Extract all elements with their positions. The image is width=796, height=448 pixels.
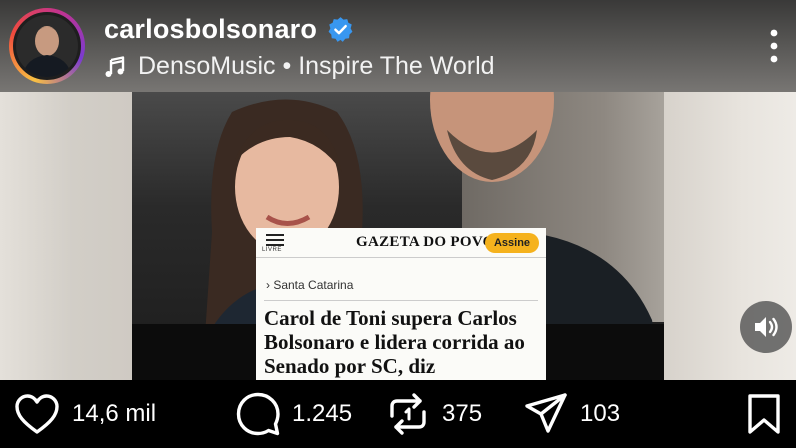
shares-count: 103 [580, 400, 621, 427]
username-row: carlosbolsonaro [104, 14, 354, 45]
reposts-count: 375 [442, 400, 483, 427]
likes-count: 14,6 mil [72, 400, 157, 427]
article-subscribe-button: Assine [485, 233, 539, 253]
story-ring[interactable] [9, 8, 85, 84]
embedded-article: LIVRE GAZETA DO POVO Assine › Santa Cata… [256, 228, 546, 380]
music-note-icon [105, 55, 125, 77]
article-brand: GAZETA DO POVO [356, 234, 495, 250]
post-header: carlosbolsonaro DensoMusic • Inspire The… [0, 0, 796, 92]
paper-texture-left [0, 92, 132, 380]
avatar[interactable] [13, 12, 81, 80]
avatar-image [16, 15, 78, 77]
sound-toggle-button[interactable] [740, 301, 792, 353]
comments-count: 1.245 [292, 400, 353, 427]
music-row[interactable]: DensoMusic • Inspire The World [104, 52, 495, 81]
repost-icon[interactable] [386, 392, 430, 436]
article-brand-sub: LIVRE [262, 247, 282, 253]
more-options-icon[interactable] [766, 28, 782, 64]
verified-badge-icon [328, 17, 353, 42]
action-bar: 14,6 mil 1.245 375 103 [0, 380, 796, 448]
hamburger-icon [266, 234, 284, 246]
share-icon[interactable] [524, 392, 568, 436]
bookmark-icon[interactable] [746, 393, 782, 435]
article-header: LIVRE GAZETA DO POVO Assine [256, 228, 546, 258]
article-section: › Santa Catarina [266, 278, 354, 292]
article-headline: Carol de Toni supera Carlos Bolsonaro e … [264, 306, 525, 378]
comment-action[interactable]: 1.245 [236, 380, 352, 448]
save-action[interactable] [746, 380, 782, 448]
repost-action[interactable]: 375 [386, 380, 482, 448]
comment-icon[interactable] [236, 392, 280, 436]
heart-icon[interactable] [14, 393, 60, 435]
like-action[interactable]: 14,6 mil [14, 380, 156, 448]
sound-icon [755, 317, 778, 337]
article-divider [264, 300, 538, 301]
username[interactable]: carlosbolsonaro [104, 14, 317, 45]
share-action[interactable]: 103 [524, 380, 620, 448]
music-label: DensoMusic • Inspire The World [138, 52, 495, 80]
